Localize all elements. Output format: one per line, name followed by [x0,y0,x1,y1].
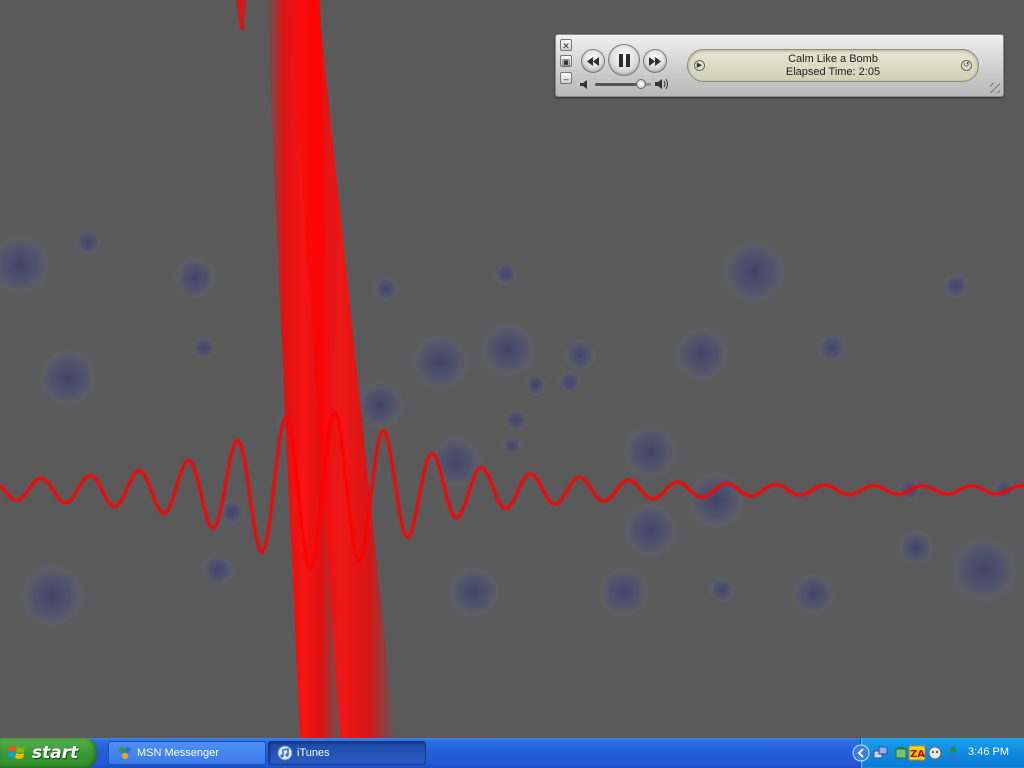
visualizer-bubble [0,227,58,303]
minimize-icon[interactable]: – [560,72,572,84]
visualizer-bubble [198,550,238,590]
sound-icon[interactable] [893,745,909,761]
volume-high-icon [655,78,668,90]
visualizer-bubble [894,526,938,570]
messenger-tray-icon[interactable] [927,745,943,761]
pause-button[interactable] [608,44,640,76]
visualizer-bubble [190,334,218,362]
visualizer-bubble [500,434,524,458]
pause-icon [618,53,630,67]
visualizer-bubble [32,342,104,414]
visualizer-bubble [940,270,972,302]
visualizer-bubble [12,556,92,636]
taskbar: start MSN Messenger iTunes ZA 3:46 PM [0,738,1024,768]
visualizer-bubble [424,430,488,494]
taskbar-item-label: MSN Messenger [137,747,219,759]
now-playing-display[interactable]: ▶ Calm Like a Bomb Elapsed Time: 2:05 ↺ [687,49,979,82]
visualizer-bubble [668,320,736,388]
close-icon[interactable]: ✕ [560,39,572,51]
show-hidden-icons-chevron[interactable] [852,744,870,762]
snapback-play-icon[interactable]: ▶ [694,60,705,71]
volume-knob[interactable] [635,79,646,89]
msn-icon [119,747,131,759]
previous-button[interactable] [581,49,605,73]
clock: 3:46 PM [968,746,1009,758]
visualizer-bubble [788,568,840,620]
user-icon[interactable] [945,745,961,761]
zonealarm-icon[interactable]: ZA [909,745,925,761]
itunes-mini-player[interactable]: ✕ ▣ – ▶ Calm Like a Bomb Elapsed Time: 2… [555,34,1004,97]
visualizer-bubble [502,406,530,434]
visualizer-bubble [616,418,684,486]
taskbar-item-itunes[interactable]: iTunes [268,741,426,765]
visualizer-bubble [714,232,794,312]
snapback-icon[interactable]: ↺ [961,60,972,71]
visualizer-beam [236,0,246,30]
visualizer-bubble [592,560,656,624]
itunes-icon [277,745,293,761]
visualizer-bubble [942,528,1024,612]
network-icon[interactable] [873,745,889,761]
visualizer-bubble [404,326,476,398]
visualizer-bubble [370,273,402,305]
visualizer-bubble [680,464,752,536]
zoom-icon[interactable]: ▣ [560,55,572,67]
visualizer-bubble [616,496,684,564]
visualizer-bubble [169,252,221,304]
visualizer-bubble [442,560,506,624]
visualizer-bubble [556,368,584,396]
taskbar-item-label: iTunes [297,747,330,759]
visualizer-bubble [72,226,104,258]
system-tray: ZA 3:46 PM [852,738,1024,768]
visualizer-bubble [522,371,550,399]
track-title: Calm Like a Bomb [788,53,878,65]
elapsed-time: Elapsed Time: 2:05 [785,66,881,78]
resize-grip-icon[interactable] [990,83,1000,93]
volume-low-icon [580,80,587,89]
visualizer-bubbles [0,226,1024,636]
rewind-icon [587,56,599,66]
fast-forward-icon [649,56,661,66]
visualizer-canvas [0,0,1024,738]
start-label: start [32,743,79,763]
visualizer-bubble [706,574,738,606]
visualizer-bubble [492,260,520,288]
volume-fill [595,83,641,86]
visualizer-bubble [814,330,850,366]
itunes-visualizer [0,0,1024,738]
taskbar-item-msn-messenger[interactable]: MSN Messenger [108,741,266,765]
windows-logo-icon [8,746,25,759]
start-button[interactable]: start [0,738,97,768]
svg-text:ZA: ZA [910,749,925,760]
next-button[interactable] [643,49,667,73]
volume-slider[interactable] [595,79,651,89]
